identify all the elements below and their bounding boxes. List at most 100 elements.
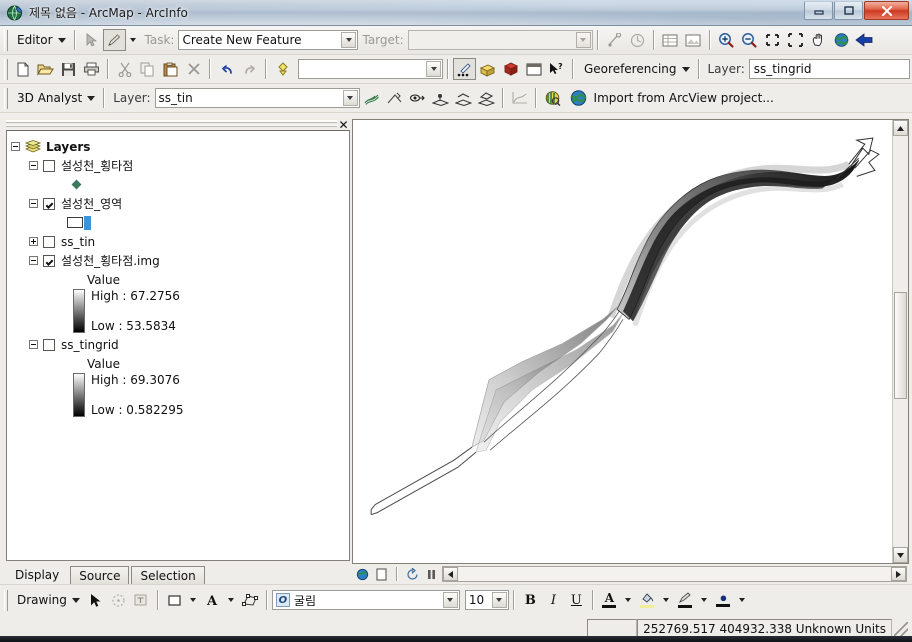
edit-arrow-icon[interactable] xyxy=(80,29,103,51)
go-back-extent-icon[interactable] xyxy=(853,29,876,51)
profile-graph-icon[interactable] xyxy=(508,87,531,109)
georeferencing-menu-button[interactable]: Georeferencing xyxy=(578,60,694,78)
undo-icon[interactable] xyxy=(215,58,238,80)
whats-this-help-icon[interactable]: ? xyxy=(545,58,568,80)
print-icon[interactable] xyxy=(80,58,103,80)
target-combobox[interactable] xyxy=(407,30,593,50)
contour-icon[interactable] xyxy=(360,87,383,109)
rotate-element-icon[interactable] xyxy=(107,589,130,611)
metadata-icon[interactable] xyxy=(682,29,705,51)
map-canvas[interactable] xyxy=(353,120,892,563)
pause-drawing-icon[interactable] xyxy=(423,566,440,583)
analyst-layer-combobox[interactable]: ss_tin xyxy=(154,88,360,108)
maximize-button[interactable] xyxy=(834,1,863,20)
editor-points-icon[interactable] xyxy=(453,58,476,80)
chevron-down-icon[interactable] xyxy=(575,32,591,48)
toolbar-grip[interactable] xyxy=(4,29,8,51)
window-resize-grip[interactable] xyxy=(894,621,908,636)
attribute-table-icon[interactable] xyxy=(659,29,682,51)
new-text-icon[interactable] xyxy=(130,589,153,611)
toc-root-layers[interactable]: Layers xyxy=(11,137,347,156)
minimize-button[interactable] xyxy=(804,1,833,20)
chevron-down-icon[interactable] xyxy=(442,592,458,608)
steepest-path-icon[interactable] xyxy=(383,87,406,109)
fill-color-dropdown[interactable] xyxy=(186,589,201,611)
toolbar-grip[interactable] xyxy=(4,589,8,611)
layer-visibility-checkbox[interactable] xyxy=(43,159,55,172)
arcscene-icon[interactable] xyxy=(541,87,564,109)
data-view-icon[interactable] xyxy=(354,566,371,583)
layer-visibility-checkbox[interactable] xyxy=(43,338,55,351)
delete-icon[interactable] xyxy=(182,58,205,80)
font-size-combobox[interactable]: 10 xyxy=(464,590,509,610)
layout-view-icon[interactable] xyxy=(373,566,390,583)
expand-collapse-icon[interactable] xyxy=(29,256,38,265)
arcview-globe-icon[interactable] xyxy=(568,87,590,109)
chevron-down-icon[interactable] xyxy=(491,592,507,608)
font-color-dropdown[interactable] xyxy=(621,589,636,611)
save-icon[interactable] xyxy=(57,58,80,80)
line-of-sight-icon[interactable] xyxy=(406,87,429,109)
scrollbar-track[interactable] xyxy=(893,136,908,547)
toc-drag-grip[interactable] xyxy=(6,120,337,127)
interpolate-point-icon[interactable] xyxy=(429,87,452,109)
scrollbar-thumb[interactable] xyxy=(894,292,907,400)
paste-icon[interactable] xyxy=(159,58,182,80)
scroll-up-button[interactable] xyxy=(893,120,908,136)
fill-color-dropdown-2[interactable] xyxy=(659,589,674,611)
map-scale-combobox[interactable] xyxy=(298,59,443,79)
font-color-button[interactable]: A xyxy=(598,589,621,611)
close-button[interactable] xyxy=(864,1,909,20)
toolbar-grip[interactable] xyxy=(4,58,8,80)
tab-source[interactable]: Source xyxy=(70,566,130,584)
italic-button[interactable]: I xyxy=(542,589,565,611)
3d-analyst-menu-button[interactable]: 3D Analyst xyxy=(11,89,99,107)
map-horizontal-scrollbar[interactable] xyxy=(442,566,907,582)
select-arrow-icon[interactable] xyxy=(84,589,107,611)
editor-menu-button[interactable]: Editor xyxy=(11,31,70,49)
expand-collapse-icon[interactable] xyxy=(29,237,38,246)
full-extent-globe-icon[interactable] xyxy=(830,29,853,51)
sketch-tool-dropdown[interactable] xyxy=(126,29,141,51)
text-letter-A-icon[interactable]: A xyxy=(201,589,224,611)
attributes-icon[interactable] xyxy=(603,29,626,51)
open-folder-icon[interactable] xyxy=(34,58,57,80)
layer-visibility-checkbox[interactable] xyxy=(43,197,55,210)
model-builder-icon[interactable] xyxy=(499,58,522,80)
fixed-zoom-out-icon[interactable] xyxy=(784,29,807,51)
toc-layer-row[interactable]: 설성천_횡타점 xyxy=(11,156,347,175)
font-family-combobox[interactable]: O 굴림 xyxy=(271,590,460,610)
zoom-in-icon[interactable] xyxy=(715,29,738,51)
toolbar-grip[interactable] xyxy=(4,87,8,109)
cut-icon[interactable] xyxy=(113,58,136,80)
marker-color-button[interactable]: ● xyxy=(712,589,735,611)
refresh-view-icon[interactable] xyxy=(404,566,421,583)
toc-layer-row[interactable]: 설성천_횡타점.img xyxy=(11,251,347,270)
toc-layer-row[interactable]: ss_tin xyxy=(11,232,347,251)
bold-button[interactable]: B xyxy=(519,589,542,611)
tab-selection[interactable]: Selection xyxy=(131,566,205,584)
layer-visibility-checkbox[interactable] xyxy=(43,254,55,267)
fill-color-swatch-icon[interactable] xyxy=(163,589,186,611)
scroll-left-button[interactable] xyxy=(443,567,458,581)
fill-color-button[interactable] xyxy=(636,589,659,611)
chevron-down-icon[interactable] xyxy=(341,32,357,48)
chevron-down-icon[interactable] xyxy=(342,90,358,106)
map-vertical-scrollbar[interactable] xyxy=(892,120,908,563)
sketch-properties-icon[interactable] xyxy=(626,29,649,51)
scroll-right-button[interactable] xyxy=(891,567,906,581)
task-combobox[interactable]: Create New Feature xyxy=(178,30,359,50)
underline-button[interactable]: U xyxy=(565,589,588,611)
toolbox-icon[interactable] xyxy=(476,58,499,80)
add-data-icon[interactable] xyxy=(271,58,294,80)
text-style-dropdown[interactable] xyxy=(224,589,239,611)
line-color-button[interactable] xyxy=(674,589,697,611)
expand-collapse-icon[interactable] xyxy=(29,340,38,349)
drawing-menu-button[interactable]: Drawing xyxy=(11,591,84,609)
redo-icon[interactable] xyxy=(238,58,261,80)
marker-color-dropdown[interactable] xyxy=(735,589,750,611)
new-document-icon[interactable] xyxy=(11,58,34,80)
scroll-down-button[interactable] xyxy=(893,547,908,563)
tab-display[interactable]: Display xyxy=(10,565,69,584)
interpolate-line-icon[interactable] xyxy=(452,87,475,109)
